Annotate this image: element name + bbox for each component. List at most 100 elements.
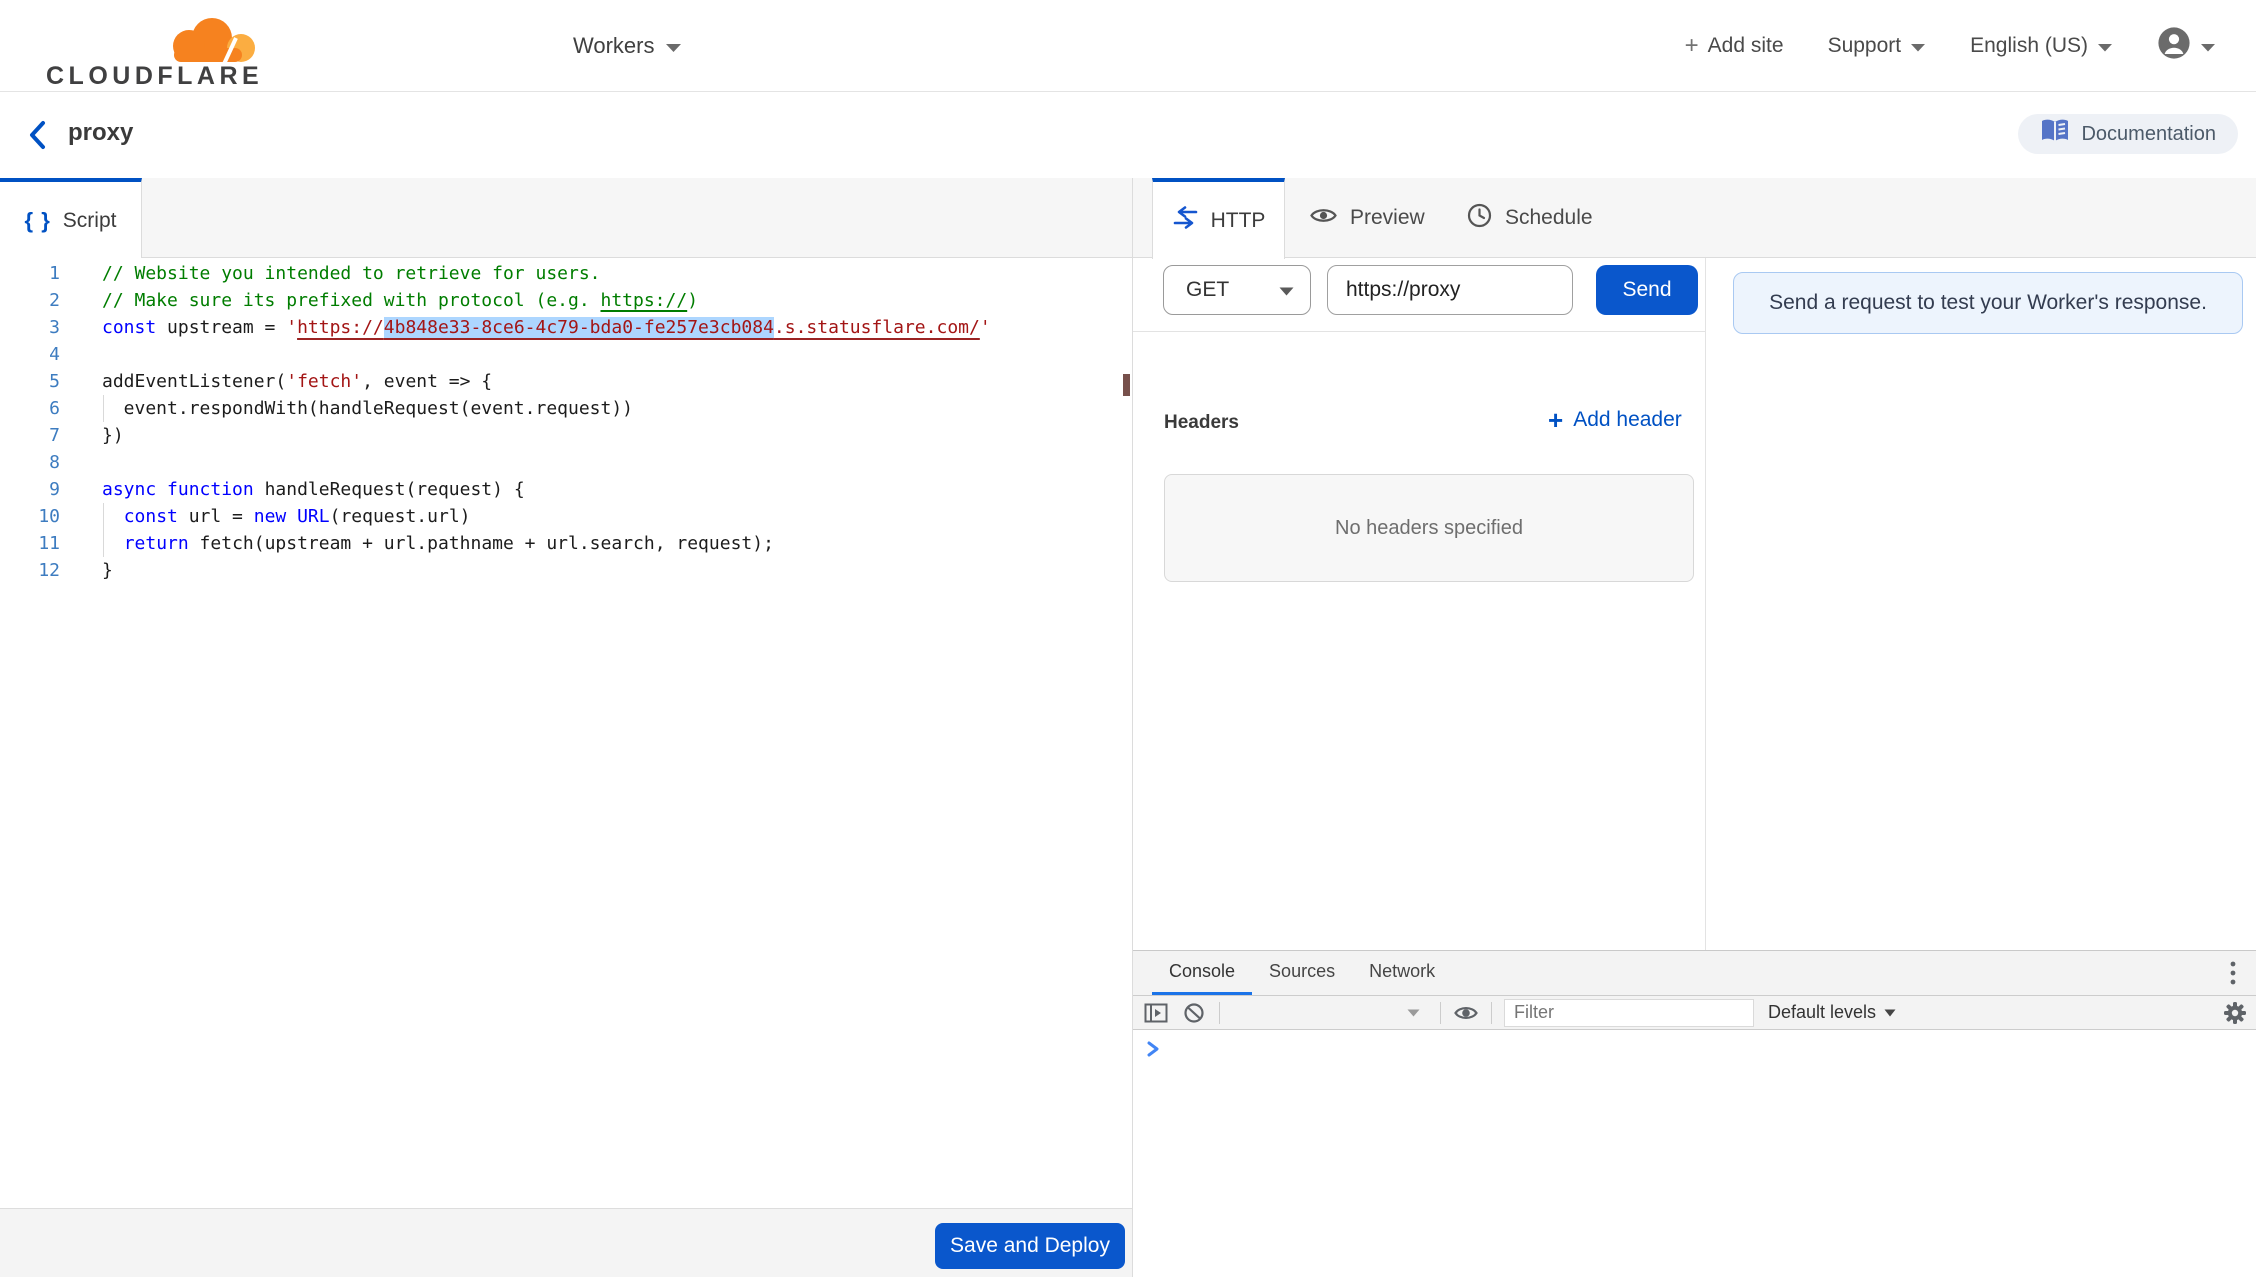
braces-icon: { }: [25, 208, 51, 234]
request-response-divider: [1705, 258, 1706, 950]
top-right-nav: + Add site Support English (US): [1685, 0, 2216, 92]
log-levels-dropdown[interactable]: Default levels: [1768, 1002, 1896, 1023]
toolbar-separator: [1440, 1002, 1441, 1024]
line-number: 4: [0, 341, 60, 368]
devtools-tab-sources[interactable]: Sources: [1252, 951, 1352, 995]
page-header: proxy Documentation: [0, 92, 2256, 178]
support-dropdown[interactable]: Support: [1828, 34, 1927, 58]
code-line[interactable]: 8: [0, 449, 1132, 476]
chevron-down-icon: [665, 33, 682, 59]
workers-label: Workers: [573, 33, 655, 59]
line-number: 11: [0, 530, 60, 557]
toolbar-separator: [1491, 1002, 1492, 1024]
line-number: 5: [0, 368, 60, 395]
cloudflare-workers-editor: CLOUDFLARE Workers + Add site Support En…: [0, 0, 2256, 1277]
documentation-label: Documentation: [2081, 123, 2216, 146]
avatar-icon: [2157, 26, 2191, 66]
preview-tab-label: Preview: [1350, 206, 1425, 230]
code-line[interactable]: 3 const upstream = 'https://4b848e33-8ce6…: [0, 314, 1132, 341]
add-site-button[interactable]: + Add site: [1685, 32, 1784, 60]
save-and-deploy-button[interactable]: Save and Deploy: [935, 1223, 1125, 1269]
line-number: 9: [0, 476, 60, 503]
send-button[interactable]: Send: [1596, 265, 1698, 315]
chevron-down-icon: [2097, 34, 2113, 58]
add-site-label: Add site: [1708, 34, 1784, 58]
headers-label: Headers: [1164, 412, 1239, 434]
console-prompt-icon[interactable]: [1146, 1040, 1162, 1058]
add-header-label: Add header: [1573, 408, 1682, 432]
top-bar: CLOUDFLARE Workers + Add site Support En…: [0, 0, 2256, 92]
overview-ruler-mark: [1123, 374, 1130, 396]
chevron-down-icon: [1279, 278, 1294, 302]
http-tab-label: HTTP: [1211, 209, 1266, 233]
tab-script[interactable]: { } Script: [0, 178, 142, 259]
plus-icon: +: [1548, 407, 1563, 433]
code-text: }: [102, 557, 113, 584]
code-line[interactable]: 11 return fetch(upstream + url.pathname …: [0, 530, 1132, 557]
live-expression-eye-icon[interactable]: [1453, 1000, 1479, 1026]
page-title: proxy: [68, 119, 133, 147]
no-headers-text: No headers specified: [1335, 517, 1523, 540]
sources-tab-label: Sources: [1269, 961, 1335, 982]
schedule-tab-label: Schedule: [1505, 206, 1593, 230]
code-line[interactable]: 1 // Website you intended to retrieve for…: [0, 260, 1132, 287]
back-button[interactable]: [24, 118, 58, 152]
documentation-button[interactable]: Documentation: [2018, 114, 2238, 154]
tab-preview[interactable]: Preview: [1310, 178, 1425, 258]
code-editor[interactable]: 1 // Website you intended to retrieve for…: [0, 258, 1132, 1208]
no-headers-box: No headers specified: [1164, 474, 1694, 582]
method-select[interactable]: GET: [1163, 265, 1311, 315]
chevron-down-icon: [2200, 34, 2216, 58]
eye-icon: [1310, 206, 1337, 231]
line-number: 6: [0, 395, 60, 422]
devtools-tab-console[interactable]: Console: [1152, 951, 1252, 995]
add-header-button[interactable]: + Add header: [1548, 407, 1682, 433]
editor-footer: Save and Deploy: [0, 1208, 1132, 1277]
account-menu[interactable]: [2157, 26, 2216, 66]
code-lines: 1 // Website you intended to retrieve for…: [0, 260, 1132, 584]
code-text: const url = new URL(request.url): [102, 503, 471, 530]
support-label: Support: [1828, 34, 1902, 58]
book-icon: [2040, 118, 2070, 150]
log-levels-label: Default levels: [1768, 1002, 1876, 1023]
chevron-down-icon: [1910, 34, 1926, 58]
code-line[interactable]: 9 async function handleRequest(request) {: [0, 476, 1132, 503]
tab-http[interactable]: HTTP: [1152, 178, 1285, 259]
code-line[interactable]: 6 event.respondWith(handleRequest(event.…: [0, 395, 1132, 422]
language-dropdown[interactable]: English (US): [1970, 34, 2113, 58]
request-section-divider: [1133, 331, 1705, 332]
clear-console-icon[interactable]: [1181, 1000, 1207, 1026]
code-line[interactable]: 4: [0, 341, 1132, 368]
code-line[interactable]: 10 const url = new URL(request.url): [0, 503, 1132, 530]
line-number: 8: [0, 449, 60, 476]
javascript-context-dropdown[interactable]: [1232, 1000, 1428, 1026]
code-line[interactable]: 5addEventListener('fetch', event => {: [0, 368, 1132, 395]
devtools-tab-network[interactable]: Network: [1352, 951, 1452, 995]
console-filter-input[interactable]: [1504, 999, 1754, 1027]
tab-schedule[interactable]: Schedule: [1467, 178, 1593, 258]
code-text: // Make sure its prefixed with protocol …: [102, 287, 698, 314]
language-label: English (US): [1970, 34, 2088, 58]
url-input[interactable]: [1327, 265, 1573, 315]
settings-gear-icon[interactable]: [2222, 1000, 2248, 1026]
response-hint-text: Send a request to test your Worker's res…: [1769, 291, 2207, 315]
kebab-menu-icon[interactable]: [2220, 960, 2246, 986]
code-line[interactable]: 7}): [0, 422, 1132, 449]
code-text: const upstream = 'https://4b848e33-8ce6-…: [102, 314, 991, 341]
script-tab-label: Script: [63, 209, 117, 233]
code-text: // Website you intended to retrieve for …: [102, 260, 601, 287]
code-text: async function handleRequest(request) {: [102, 476, 525, 503]
console-tab-label: Console: [1169, 961, 1235, 982]
line-number: 3: [0, 314, 60, 341]
code-line[interactable]: 12}: [0, 557, 1132, 584]
workers-nav-dropdown[interactable]: Workers: [573, 0, 682, 92]
network-tab-label: Network: [1369, 961, 1435, 982]
console-sidebar-toggle-icon[interactable]: [1143, 1000, 1169, 1026]
code-line[interactable]: 2 // Make sure its prefixed with protocol…: [0, 287, 1132, 314]
code-text: event.respondWith(handleRequest(event.re…: [102, 395, 633, 422]
line-number: 1: [0, 260, 60, 287]
toolbar-separator: [1219, 1002, 1220, 1024]
line-number: 7: [0, 422, 60, 449]
line-number: 2: [0, 287, 60, 314]
swap-arrows-icon: [1172, 206, 1199, 235]
